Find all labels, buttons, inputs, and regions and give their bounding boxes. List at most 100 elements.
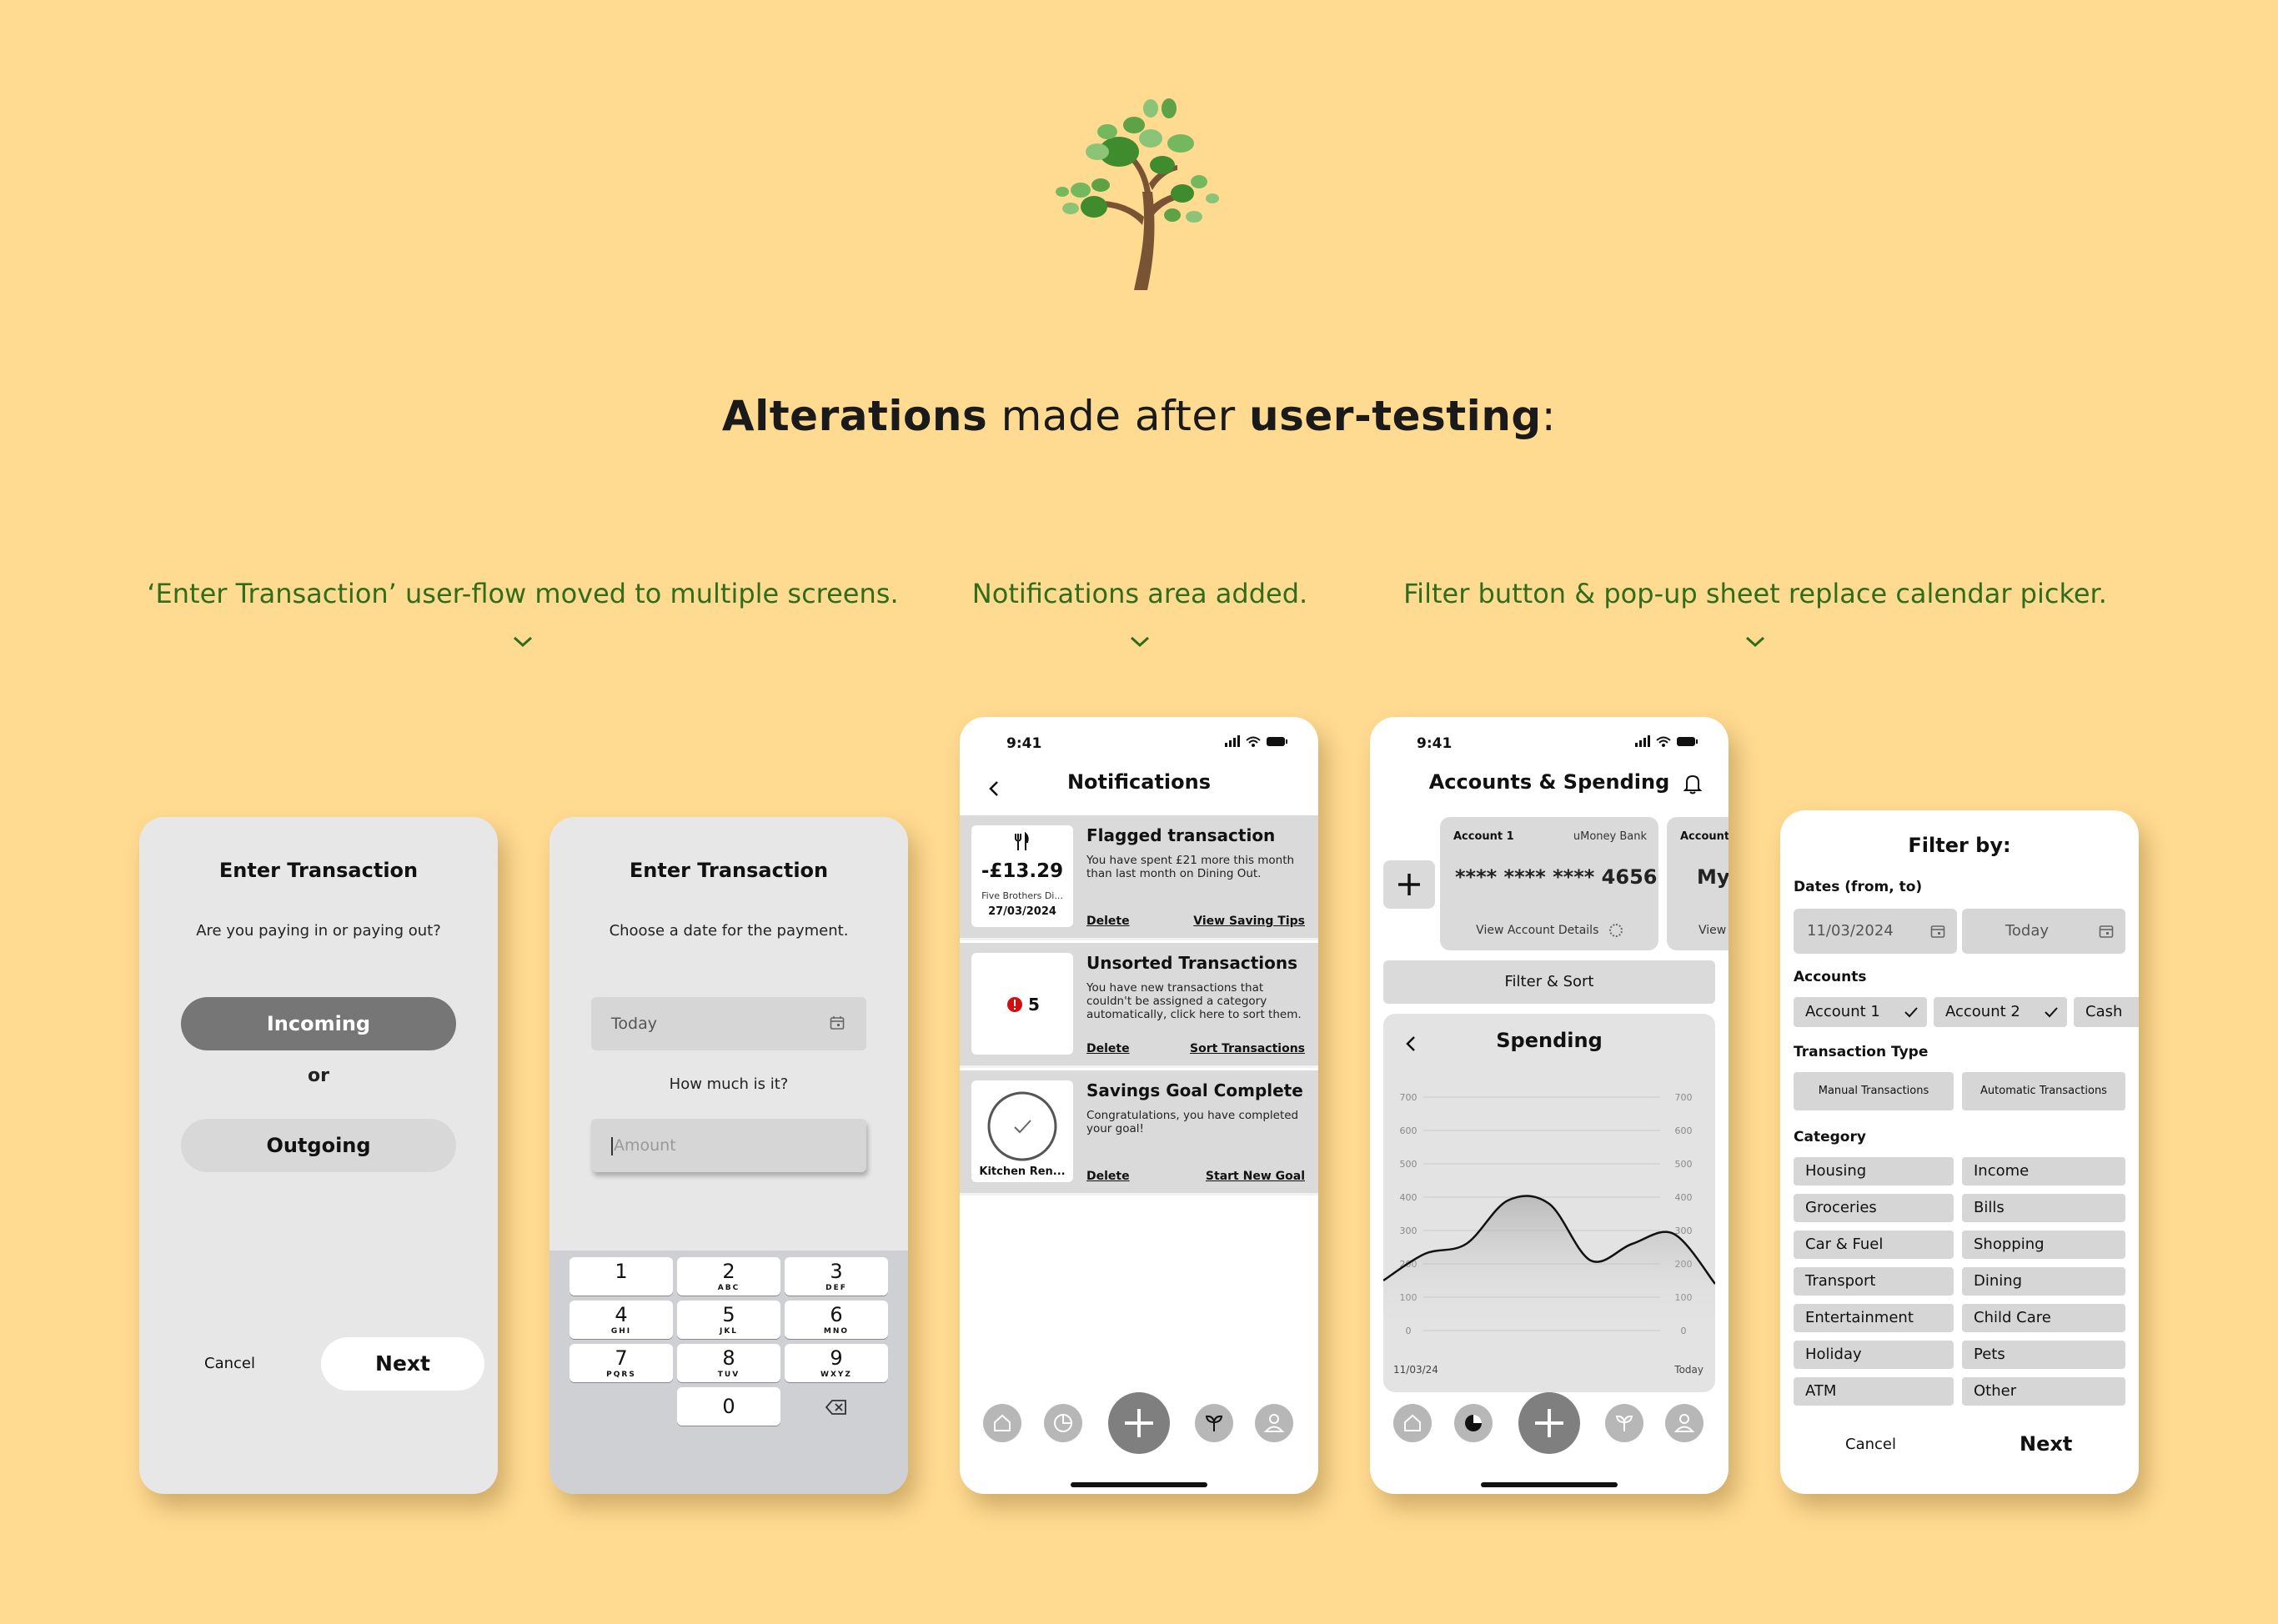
- delete-link[interactable]: Delete: [1086, 1042, 1130, 1055]
- key-8[interactable]: 8 TUV: [677, 1344, 780, 1382]
- chevron-down-icon: [1745, 636, 1765, 648]
- category-chip[interactable]: Groceries: [1794, 1194, 1954, 1222]
- account-card-2[interactable]: Account My View: [1667, 817, 1729, 950]
- y-tick-label: 700: [1675, 1092, 1693, 1103]
- notification-savings-goal[interactable]: Kitchen Ren... Savings Goal Complete Con…: [960, 1070, 1318, 1195]
- view-saving-tips-link[interactable]: View Saving Tips: [1193, 915, 1305, 928]
- category-chip[interactable]: Shopping: [1962, 1231, 2125, 1259]
- tab-home[interactable]: [983, 1404, 1021, 1442]
- next-button[interactable]: Next: [321, 1337, 484, 1391]
- cancel-button[interactable]: Cancel: [1845, 1436, 1896, 1453]
- category-chip[interactable]: Transport: [1794, 1267, 1954, 1296]
- date-field[interactable]: Today: [591, 997, 866, 1050]
- screen-title: Accounts & Spending: [1428, 770, 1670, 794]
- key-5[interactable]: 5 JKL: [677, 1301, 780, 1339]
- category-chip[interactable]: Child Care: [1962, 1304, 2125, 1332]
- category-chip[interactable]: Pets: [1962, 1341, 2125, 1369]
- date-from-field[interactable]: 11/03/2024: [1794, 909, 1957, 954]
- add-transaction-button[interactable]: [1518, 1392, 1580, 1454]
- screen-notifications: 9:41 Notifications -£13.29 Five Brothers…: [960, 717, 1318, 1494]
- pie-chart-icon: [1054, 1414, 1072, 1432]
- key-4[interactable]: 4 GHI: [570, 1301, 673, 1339]
- screen-enter-transaction-details: Enter Transaction Choose a date for the …: [549, 817, 908, 1494]
- y-tick-label: 300: [1675, 1226, 1693, 1236]
- screen-filter-sheet: Filter by: Dates (from, to) 11/03/2024 T…: [1780, 810, 2139, 1494]
- status-icons: [1635, 735, 1698, 747]
- category-chip[interactable]: Holiday: [1794, 1341, 1954, 1369]
- chart-title: Spending: [1496, 1029, 1603, 1052]
- caption-notifications: Notifications area added.: [971, 578, 1308, 609]
- plus-icon: [1535, 1409, 1563, 1437]
- flagged-transaction-card: -£13.29 Five Brothers Di... 27/03/2024: [971, 825, 1073, 927]
- y-tick-label: 700: [1400, 1092, 1417, 1103]
- key-0[interactable]: 0: [677, 1387, 780, 1426]
- key-6[interactable]: 6 MNO: [785, 1301, 888, 1339]
- key-2[interactable]: 2 ABC: [677, 1257, 780, 1296]
- accounts-label: Accounts: [1794, 969, 1867, 985]
- home-indicator: [1481, 1482, 1618, 1487]
- notification-unsorted[interactable]: 5 Unsorted Transactions You have new tra…: [960, 943, 1318, 1068]
- tree-logo: [1056, 98, 1219, 290]
- category-chip[interactable]: Bills: [1962, 1194, 2125, 1222]
- direction-question: Are you paying in or paying out?: [196, 922, 441, 940]
- key-3[interactable]: 3 DEF: [785, 1257, 888, 1296]
- amount-prompt: How much is it?: [669, 1075, 789, 1093]
- y-tick-label: 400: [1400, 1192, 1417, 1203]
- tab-bar: [960, 1386, 1318, 1494]
- add-transaction-button[interactable]: [1108, 1392, 1170, 1454]
- amount-input[interactable]: Amount: [591, 1119, 866, 1172]
- category-chip[interactable]: ATM: [1794, 1377, 1954, 1406]
- notification-body: Congratulations, you have completed your…: [1086, 1109, 1299, 1135]
- category-label: Category: [1794, 1129, 1866, 1145]
- tab-goals[interactable]: [1605, 1404, 1643, 1442]
- incoming-button[interactable]: Incoming: [181, 997, 456, 1050]
- date-to-field[interactable]: Today: [1962, 909, 2125, 954]
- y-tick-label: 600: [1400, 1125, 1417, 1136]
- alert-icon: [1007, 997, 1022, 1012]
- tab-profile[interactable]: [1665, 1404, 1703, 1442]
- bell-icon[interactable]: [1682, 772, 1703, 795]
- notification-body: You have new transactions that couldn't …: [1086, 981, 1302, 1021]
- notification-title: Unsorted Transactions: [1086, 953, 1297, 973]
- tab-spending[interactable]: [1044, 1404, 1082, 1442]
- tab-spending[interactable]: [1454, 1404, 1493, 1442]
- cutlery-icon: [1015, 832, 1029, 850]
- key-7[interactable]: 7 PQRS: [570, 1344, 673, 1382]
- sort-transactions-link[interactable]: Sort Transactions: [1190, 1042, 1305, 1055]
- category-chip[interactable]: Dining: [1962, 1267, 2125, 1296]
- screen-accounts-spending: 9:41 Accounts & Spending Account 1 uMone…: [1370, 717, 1729, 1494]
- backspace-icon[interactable]: [825, 1399, 848, 1416]
- caption-enter-transaction: ‘Enter Transaction’ user-flow moved to m…: [147, 578, 899, 609]
- cancel-button[interactable]: Cancel: [204, 1355, 255, 1372]
- category-chip[interactable]: Housing: [1794, 1157, 1954, 1185]
- tab-profile[interactable]: [1255, 1404, 1293, 1442]
- category-chip[interactable]: Other: [1962, 1377, 2125, 1406]
- tab-home[interactable]: [1393, 1404, 1432, 1442]
- add-account-button[interactable]: [1383, 860, 1435, 909]
- view-account-details[interactable]: View Account Details: [1440, 924, 1658, 937]
- filter-sort-button[interactable]: Filter & Sort: [1383, 960, 1715, 1004]
- status-time: 9:41: [1006, 735, 1042, 752]
- outgoing-button[interactable]: Outgoing: [181, 1119, 456, 1172]
- next-button[interactable]: Next: [2020, 1432, 2072, 1456]
- category-chip[interactable]: Car & Fuel: [1794, 1231, 1954, 1259]
- transaction-type-label: Transaction Type: [1794, 1044, 1929, 1060]
- delete-link[interactable]: Delete: [1086, 1170, 1130, 1183]
- account-2-chip[interactable]: Account 2: [1934, 997, 2067, 1027]
- automatic-transactions-chip[interactable]: Automatic Transactions: [1962, 1072, 2125, 1110]
- sprout-icon: [1205, 1415, 1223, 1431]
- key-1[interactable]: 1: [570, 1257, 673, 1296]
- account-1-chip[interactable]: Account 1: [1794, 997, 1927, 1027]
- manual-transactions-chip[interactable]: Manual Transactions: [1794, 1072, 1954, 1110]
- or-label: or: [308, 1065, 329, 1086]
- start-new-goal-link[interactable]: Start New Goal: [1206, 1170, 1305, 1183]
- calendar-icon: [1930, 925, 1945, 938]
- key-9[interactable]: 9 WXYZ: [785, 1344, 888, 1382]
- account-card-1[interactable]: Account 1 uMoney Bank **** **** **** 465…: [1440, 817, 1658, 950]
- tab-goals[interactable]: [1195, 1404, 1233, 1442]
- delete-link[interactable]: Delete: [1086, 915, 1130, 928]
- notification-flagged[interactable]: -£13.29 Five Brothers Di... 27/03/2024 F…: [960, 815, 1318, 940]
- category-chip[interactable]: Income: [1962, 1157, 2125, 1185]
- cash-chip[interactable]: Cash: [2074, 997, 2139, 1027]
- category-chip[interactable]: Entertainment: [1794, 1304, 1954, 1332]
